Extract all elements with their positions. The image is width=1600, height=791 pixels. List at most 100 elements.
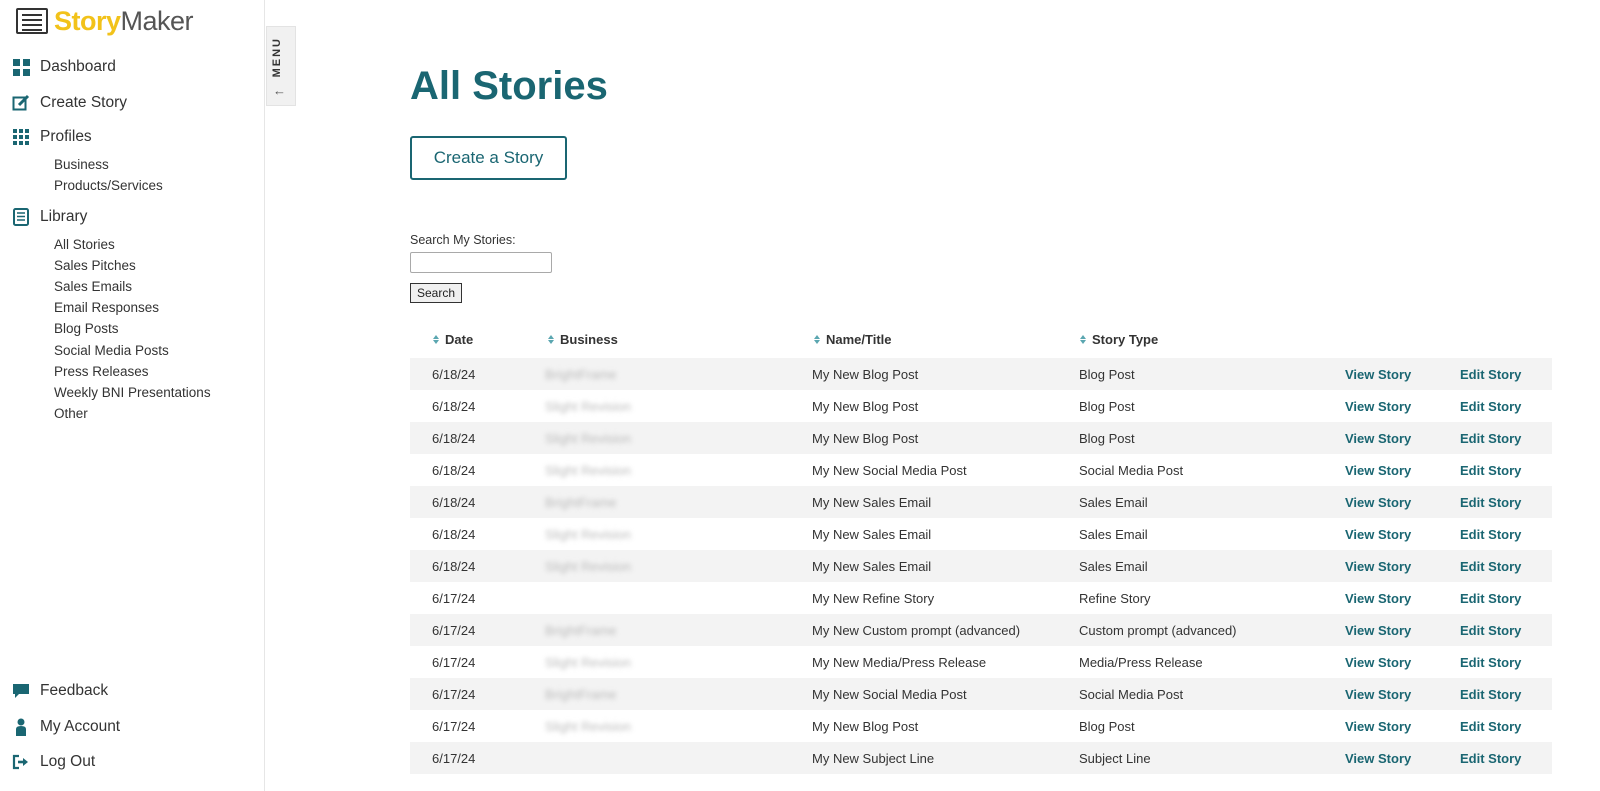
table-row: 6/18/24 BrightFrame My New Sales Email Sale… [410, 486, 1552, 518]
view-story-link[interactable]: View Story [1345, 527, 1411, 542]
sidebar-item-label: My Account [40, 718, 121, 735]
cell-name: My New Sales Email [812, 559, 932, 574]
edit-story-link[interactable]: Edit Story [1460, 623, 1521, 638]
sidebar-item-feedback[interactable]: Feedback [12, 682, 108, 700]
sidebar-item-dashboard[interactable]: Dashboard [12, 58, 116, 76]
search-label: Search My Stories: [410, 233, 516, 247]
menu-toggle-tab[interactable]: MENU ← [266, 26, 296, 106]
sidebar-item-my-account[interactable]: My Account [12, 718, 120, 736]
arrow-left-icon: ← [273, 83, 286, 98]
cell-business: Slight Revision [545, 527, 631, 542]
column-header-business[interactable]: Business [548, 332, 618, 347]
sidebar-subitem-business[interactable]: Business [54, 157, 109, 172]
edit-story-link[interactable]: Edit Story [1460, 591, 1521, 606]
cell-date: 6/18/24 [432, 495, 476, 510]
cell-date: 6/17/24 [432, 623, 476, 638]
table-body: 6/18/24 BrightFrame My New Blog Post Blog P… [410, 358, 1552, 774]
view-story-link[interactable]: View Story [1345, 591, 1411, 606]
sidebar-subitem-social-media-posts[interactable]: Social Media Posts [54, 343, 169, 358]
cell-name: My New Subject Line [812, 751, 935, 766]
cell-name: My New Sales Email [812, 527, 932, 542]
table-row: 6/18/24 Slight Revision My New Blog Post Bl… [410, 390, 1552, 422]
edit-story-link[interactable]: Edit Story [1460, 367, 1521, 382]
column-header-story-type[interactable]: Story Type [1080, 332, 1158, 347]
edit-story-link[interactable]: Edit Story [1460, 655, 1521, 670]
view-story-link[interactable]: View Story [1345, 655, 1411, 670]
sidebar-subitem-email-responses[interactable]: Email Responses [54, 300, 159, 315]
sidebar-subitem-blog-posts[interactable]: Blog Posts [54, 321, 119, 336]
cell-story-type: Blog Post [1079, 719, 1135, 734]
column-header-label: Business [560, 332, 618, 347]
edit-story-link[interactable]: Edit Story [1460, 495, 1521, 510]
sidebar-subitem-sales-emails[interactable]: Sales Emails [54, 279, 132, 294]
view-story-link[interactable]: View Story [1345, 367, 1411, 382]
edit-story-link[interactable]: Edit Story [1460, 463, 1521, 478]
logo-maker: Maker [120, 5, 194, 36]
table-row: 6/17/24 My New Refine Story Refine Story Vi… [410, 582, 1552, 614]
table-header: Date Business Name/Title Story Type [410, 324, 1552, 358]
search-button[interactable]: Search [410, 283, 462, 303]
user-icon [12, 718, 30, 736]
cell-date: 6/18/24 [432, 463, 476, 478]
cell-story-type: Social Media Post [1079, 463, 1184, 478]
column-header-name[interactable]: Name/Title [814, 332, 892, 347]
edit-story-link[interactable]: Edit Story [1460, 687, 1521, 702]
view-story-link[interactable]: View Story [1345, 559, 1411, 574]
table-row: 6/17/24 BrightFrame My New Custom prompt (… [410, 614, 1552, 646]
sidebar-item-create-story[interactable]: Create Story [12, 94, 127, 112]
app-logo[interactable]: StoryMaker [16, 4, 194, 38]
sidebar-item-label: Library [40, 208, 88, 225]
edit-story-link[interactable]: Edit Story [1460, 719, 1521, 734]
edit-icon [12, 94, 30, 112]
table-row: 6/18/24 BrightFrame My New Blog Post Blog P… [410, 358, 1552, 390]
view-story-link[interactable]: View Story [1345, 399, 1411, 414]
sidebar-subitem-weekly-bni[interactable]: Weekly BNI Presentations [54, 385, 211, 400]
view-story-link[interactable]: View Story [1345, 751, 1411, 766]
cell-story-type: Sales Email [1079, 559, 1148, 574]
cell-story-type: Blog Post [1079, 399, 1135, 414]
cell-date: 6/17/24 [432, 751, 476, 766]
cell-name: My New Blog Post [812, 719, 919, 734]
view-story-link[interactable]: View Story [1345, 463, 1411, 478]
cell-name: My New Blog Post [812, 367, 919, 382]
search-input[interactable] [410, 252, 552, 273]
cell-date: 6/18/24 [432, 399, 476, 414]
view-story-link[interactable]: View Story [1345, 719, 1411, 734]
sidebar-subitem-all-stories[interactable]: All Stories [54, 237, 115, 252]
edit-story-link[interactable]: Edit Story [1460, 399, 1521, 414]
sidebar-subitem-other[interactable]: Other [54, 406, 88, 421]
cell-story-type: Media/Press Release [1079, 655, 1203, 670]
column-header-date[interactable]: Date [433, 332, 473, 347]
cell-name: My New Media/Press Release [812, 655, 987, 670]
document-icon [16, 8, 48, 34]
edit-story-link[interactable]: Edit Story [1460, 527, 1521, 542]
edit-story-link[interactable]: Edit Story [1460, 431, 1521, 446]
table-row: 6/17/24 My New Subject Line Subject Line Vi… [410, 742, 1552, 774]
cell-story-type: Sales Email [1079, 495, 1148, 510]
cell-story-type: Subject Line [1079, 751, 1151, 766]
sidebar-subitem-sales-pitches[interactable]: Sales Pitches [54, 258, 136, 273]
edit-story-link[interactable]: Edit Story [1460, 559, 1521, 574]
cell-date: 6/18/24 [432, 431, 476, 446]
cell-business: Slight Revision [545, 719, 631, 734]
cell-date: 6/17/24 [432, 687, 476, 702]
sidebar-subitem-products-services[interactable]: Products/Services [54, 178, 163, 193]
view-story-link[interactable]: View Story [1345, 687, 1411, 702]
table-row: 6/17/24 Slight Revision My New Blog Post Bl… [410, 710, 1552, 742]
sort-icon [548, 335, 554, 344]
sort-icon [1080, 335, 1086, 344]
sidebar-item-library[interactable]: Library [12, 208, 87, 226]
view-story-link[interactable]: View Story [1345, 495, 1411, 510]
cell-business: Slight Revision [545, 655, 631, 670]
view-story-link[interactable]: View Story [1345, 431, 1411, 446]
sidebar-subitem-press-releases[interactable]: Press Releases [54, 364, 149, 379]
cell-date: 6/17/24 [432, 591, 476, 606]
view-story-link[interactable]: View Story [1345, 623, 1411, 638]
logo-text: StoryMaker [54, 5, 194, 37]
sidebar-item-log-out[interactable]: Log Out [12, 753, 95, 771]
sidebar-item-profiles[interactable]: Profiles [12, 128, 92, 146]
sidebar-item-label: Create Story [40, 94, 128, 111]
create-story-button[interactable]: Create a Story [410, 136, 567, 180]
edit-story-link[interactable]: Edit Story [1460, 751, 1521, 766]
cell-name: My New Social Media Post [812, 463, 967, 478]
